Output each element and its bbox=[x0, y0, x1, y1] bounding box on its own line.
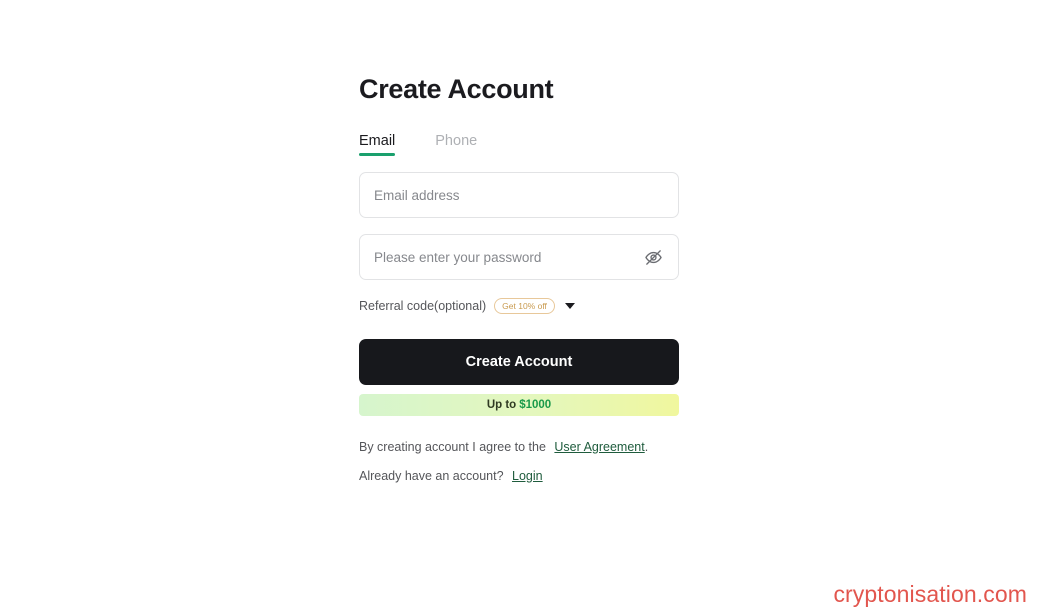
agreement-suffix: . bbox=[644, 440, 649, 454]
login-link[interactable]: Login bbox=[512, 469, 543, 483]
tab-phone[interactable]: Phone bbox=[435, 133, 477, 156]
user-agreement-text: By creating account I agree to the User … bbox=[359, 438, 679, 456]
referral-discount-badge: Get 10% off bbox=[494, 297, 555, 315]
auth-method-tabs: Email Phone bbox=[359, 130, 679, 156]
eye-off-icon[interactable] bbox=[642, 246, 664, 268]
site-watermark: cryptonisation.com bbox=[833, 581, 1027, 607]
referral-code-label: Referral code(optional) bbox=[359, 299, 487, 313]
email-field-wrapper[interactable] bbox=[359, 172, 679, 218]
password-input[interactable] bbox=[374, 235, 642, 279]
agreement-prefix: By creating account I agree to the bbox=[359, 440, 546, 454]
create-account-button[interactable]: Create Account bbox=[359, 339, 679, 385]
login-prompt-text: Already have an account? bbox=[359, 469, 504, 483]
login-prompt-row: Already have an account? Login bbox=[359, 467, 679, 485]
promo-prefix: Up to bbox=[486, 399, 517, 411]
email-input[interactable] bbox=[374, 173, 664, 217]
tab-email[interactable]: Email bbox=[359, 133, 396, 156]
password-field-wrapper[interactable] bbox=[359, 234, 679, 280]
promo-amount: $1000 bbox=[519, 399, 552, 411]
referral-code-row[interactable]: Referral code(optional) Get 10% off bbox=[359, 297, 679, 315]
promo-bonus-bar: Up to $1000 bbox=[359, 394, 679, 416]
chevron-down-icon[interactable] bbox=[564, 303, 575, 309]
page-title: Create Account bbox=[359, 74, 554, 104]
signup-panel: Create Account Email Phone Referral code… bbox=[359, 0, 679, 485]
user-agreement-link[interactable]: User Agreement bbox=[554, 440, 644, 454]
